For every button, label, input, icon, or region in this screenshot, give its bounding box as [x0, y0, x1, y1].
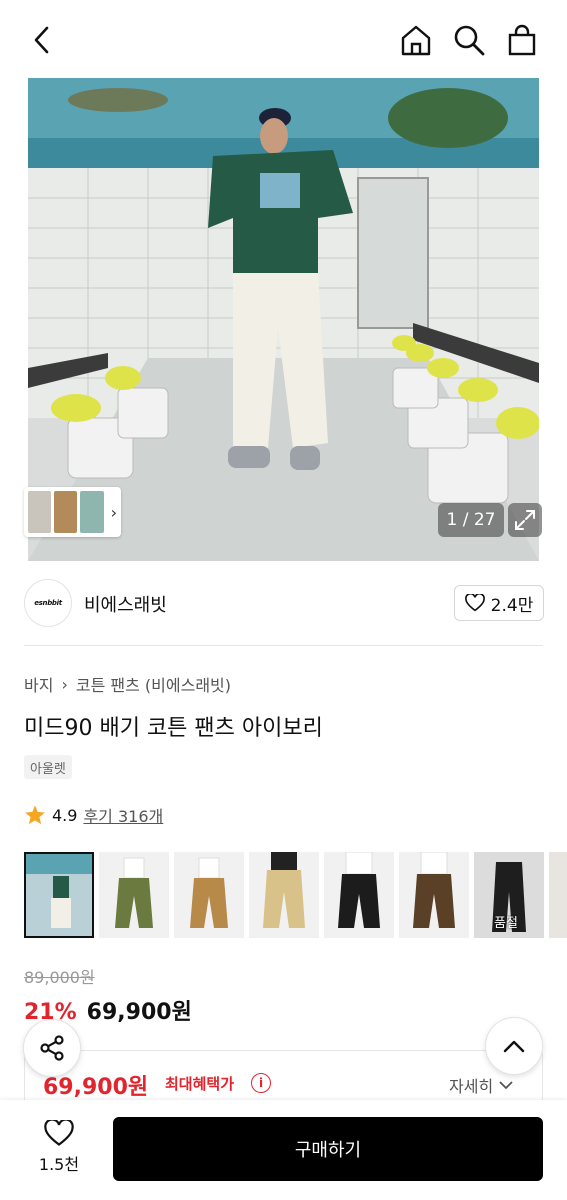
product-title: 미드90 배기 코튼 팬츠 아이보리 [24, 716, 323, 741]
expand-icon[interactable] [508, 503, 542, 537]
chevron-left-icon[interactable] [22, 20, 62, 60]
brand-like-button[interactable]: 2.4만 [454, 585, 544, 621]
chevron-up-icon [503, 1040, 525, 1053]
thumbnail[interactable] [54, 491, 78, 533]
chevron-down-icon [499, 1081, 513, 1090]
share-icon [40, 1035, 64, 1061]
buy-button[interactable]: 구매하기 [113, 1117, 543, 1181]
info-icon[interactable]: i [251, 1073, 271, 1093]
breadcrumb-item-subcategory[interactable]: 코튼 팬츠 (비에스래빗) [76, 672, 231, 696]
breadcrumb: 바지 › 코튼 팬츠 (비에스래빗) [24, 672, 231, 696]
chevron-right-icon[interactable]: › [111, 503, 117, 522]
gallery-thumbnail[interactable] [399, 852, 469, 938]
bottom-action-bar: 1.5천 구매하기 [0, 1100, 567, 1200]
original-price: 89,000원 [24, 968, 95, 987]
divider [24, 645, 543, 646]
brand-name[interactable]: 비에스래빗 [84, 591, 167, 617]
gallery-thumbnail[interactable] [324, 852, 394, 938]
top-bar [0, 0, 567, 78]
product-gallery: 품절 [24, 852, 567, 938]
brand-row: esnbbit 비에스래빗 2.4만 [0, 575, 567, 635]
max-benefit-label: 최대혜택가 [165, 1075, 235, 1093]
shopping-bag-icon[interactable] [502, 20, 542, 60]
rating-row: 4.9 후기 316개 [24, 803, 163, 827]
details-toggle[interactable]: 자세히 [449, 1073, 513, 1097]
image-counter: 1 / 27 [438, 503, 504, 537]
outlet-badge: 아울렛 [24, 755, 72, 779]
gallery-thumbnail[interactable] [249, 852, 319, 938]
thumbnail[interactable] [80, 491, 104, 533]
gallery-thumbnail-sold-out[interactable]: 품절 [474, 852, 544, 938]
scroll-top-button[interactable] [485, 1017, 543, 1075]
review-link[interactable]: 후기 316개 [83, 803, 163, 827]
gallery-thumbnail[interactable] [24, 852, 94, 938]
details-label: 자세히 [449, 1077, 494, 1096]
star-icon [25, 805, 45, 825]
sold-out-label: 품절 [494, 916, 518, 931]
brand-logo-text: esnbbit [34, 599, 62, 607]
share-button[interactable] [23, 1019, 81, 1077]
home-icon[interactable] [396, 20, 436, 60]
rating-score: 4.9 [52, 805, 78, 825]
thumbnail[interactable] [28, 491, 52, 533]
wishlist-button[interactable]: 1.5천 [24, 1120, 94, 1180]
gallery-thumbnail[interactable] [549, 852, 567, 938]
heart-icon [44, 1120, 74, 1146]
brand-like-count: 2.4만 [490, 595, 534, 616]
search-icon[interactable] [449, 20, 489, 60]
chevron-right-icon: › [61, 674, 68, 694]
breadcrumb-item-category[interactable]: 바지 [24, 672, 53, 696]
heart-icon [464, 594, 485, 612]
brand-logo[interactable]: esnbbit [24, 579, 72, 627]
gallery-thumbnail[interactable] [99, 852, 169, 938]
gallery-thumbnail[interactable] [174, 852, 244, 938]
sale-price: 69,900원 [86, 1000, 192, 1025]
image-thumbnail-strip[interactable]: › [24, 487, 121, 537]
wishlist-count: 1.5천 [38, 1155, 80, 1174]
